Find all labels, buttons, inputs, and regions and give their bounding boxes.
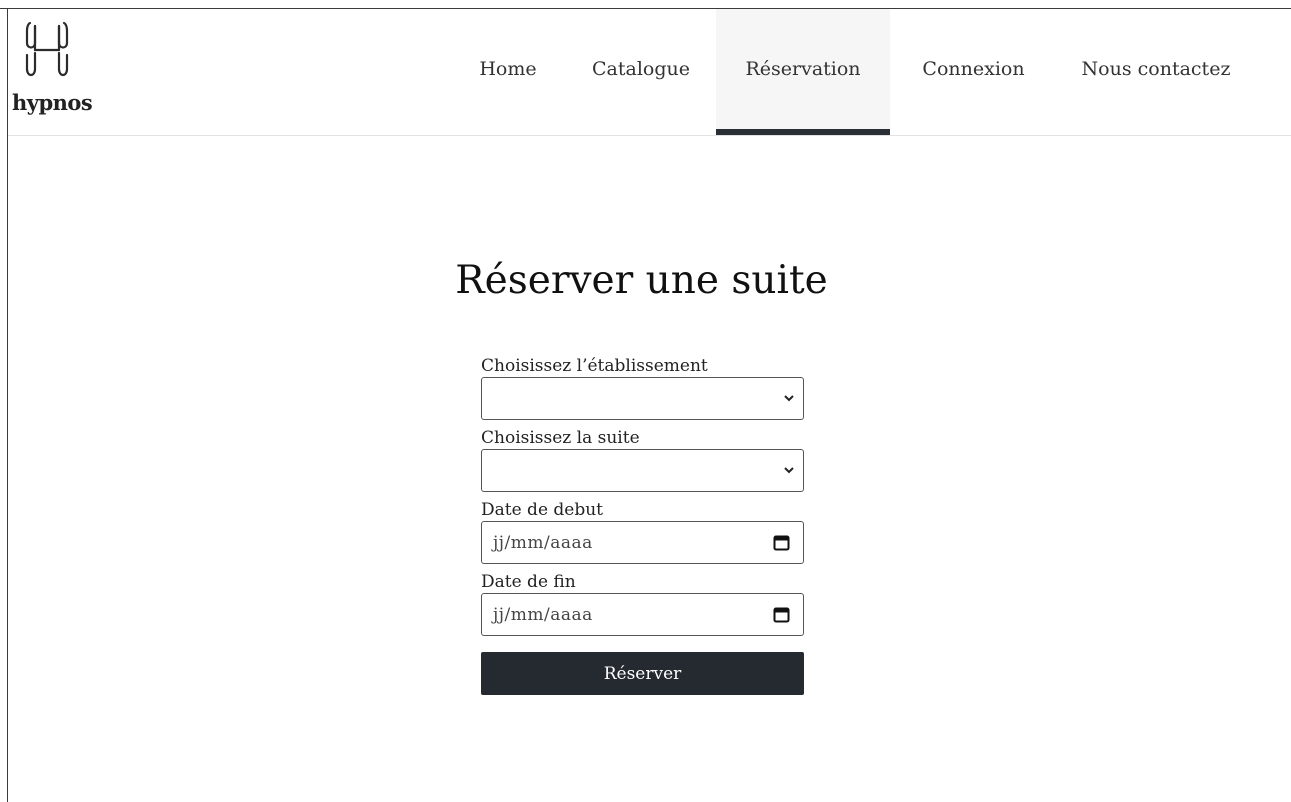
nav-home-label: Home	[479, 58, 537, 80]
start-date-input[interactable]: jj/mm/aaaa	[481, 521, 804, 564]
suite-select[interactable]	[481, 449, 804, 492]
nav-connexion[interactable]: Connexion	[890, 9, 1057, 133]
calendar-icon[interactable]	[773, 534, 790, 551]
brand-logo[interactable]: hypnos	[12, 21, 112, 121]
end-date-label: Date de fin	[481, 572, 576, 592]
nav-contact-label: Nous contactez	[1081, 58, 1231, 80]
start-date-placeholder: jj/mm/aaaa	[493, 532, 593, 553]
nav-home[interactable]: Home	[450, 9, 566, 133]
main-nav: Home Catalogue Réservation Connexion Nou…	[450, 9, 1255, 135]
nav-catalogue-label: Catalogue	[592, 58, 690, 80]
establishment-select[interactable]	[481, 377, 804, 420]
reserve-button[interactable]: Réserver	[481, 652, 804, 695]
h-logo-icon	[25, 21, 69, 77]
nav-connexion-label: Connexion	[922, 58, 1025, 80]
site-header: hypnos Home Catalogue Réservation Connex…	[8, 9, 1291, 136]
reservation-form: Choisissez l’établissement Choisissez la…	[481, 355, 804, 695]
nav-reservation-label: Réservation	[745, 58, 861, 80]
start-date-label: Date de debut	[481, 500, 604, 520]
chevron-down-icon	[784, 467, 794, 474]
nav-reservation[interactable]: Réservation	[716, 9, 890, 135]
end-date-input[interactable]: jj/mm/aaaa	[481, 593, 804, 636]
establishment-label: Choisissez l’établissement	[481, 356, 708, 376]
nav-contact[interactable]: Nous contactez	[1057, 9, 1255, 133]
chevron-down-icon	[784, 395, 794, 402]
nav-catalogue[interactable]: Catalogue	[566, 9, 716, 133]
end-date-placeholder: jj/mm/aaaa	[493, 604, 593, 625]
page-title: Réserver une suite	[455, 258, 828, 303]
calendar-icon[interactable]	[773, 606, 790, 623]
suite-label: Choisissez la suite	[481, 428, 640, 448]
brand-name: hypnos	[12, 90, 93, 115]
